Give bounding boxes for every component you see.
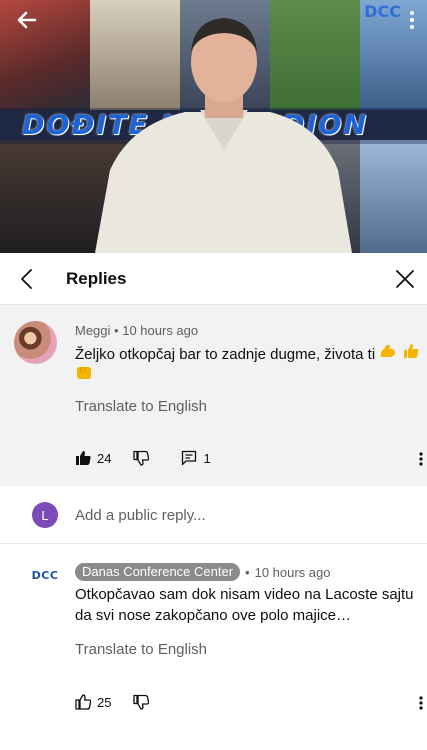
reply-input[interactable] bbox=[75, 503, 405, 527]
reply-actions: 25 bbox=[75, 694, 150, 710]
like-count: 24 bbox=[97, 450, 112, 466]
close-replies-button[interactable] bbox=[391, 265, 419, 293]
more-vertical-icon bbox=[410, 11, 414, 29]
reply-text: Otkopčavao sam dok nisam video na Lacost… bbox=[75, 586, 414, 624]
like-button[interactable]: 24 bbox=[75, 450, 111, 466]
video-presenter bbox=[95, 18, 352, 253]
avatar[interactable] bbox=[14, 321, 57, 364]
arrow-left-icon bbox=[17, 11, 37, 29]
reply-like-button[interactable]: 25 bbox=[75, 694, 111, 710]
thumbs-up-emoji-icon bbox=[402, 343, 420, 365]
video-more-button[interactable] bbox=[401, 6, 423, 34]
comment-icon bbox=[182, 450, 197, 466]
comment-author[interactable]: Meggi bbox=[75, 323, 110, 338]
meta-separator: • bbox=[114, 323, 119, 338]
thumbs-down-icon bbox=[133, 694, 150, 710]
replies-header: Replies bbox=[0, 253, 427, 305]
comment-menu-button[interactable] bbox=[417, 449, 425, 469]
reply-translate-button[interactable]: Translate to English bbox=[75, 641, 207, 658]
replies-back-button[interactable] bbox=[0, 253, 52, 305]
video-player[interactable]: DOĐITE NA STADION DCC bbox=[0, 0, 427, 253]
translate-button[interactable]: Translate to English bbox=[75, 398, 207, 415]
comment-meta: Meggi • 10 hours ago bbox=[75, 323, 198, 338]
thumbs-down-icon bbox=[133, 450, 150, 466]
comment-body: Željko otkopčaj bar to zadnje dugme, živ… bbox=[75, 346, 376, 363]
reply-dislike-button[interactable] bbox=[133, 694, 150, 710]
reply-comment: DCC Danas Conference Center • 10 hours a… bbox=[0, 545, 427, 750]
replies-title: Replies bbox=[66, 268, 127, 288]
close-icon bbox=[396, 270, 414, 288]
comment-time: 10 hours ago bbox=[122, 323, 199, 338]
user-avatar: L bbox=[32, 502, 58, 528]
reply-menu-button[interactable] bbox=[417, 693, 425, 713]
dislike-button[interactable] bbox=[133, 450, 150, 466]
reply-count: 1 bbox=[203, 450, 211, 466]
reply-like-count: 25 bbox=[97, 694, 112, 710]
replies-count-button[interactable]: 1 bbox=[181, 450, 211, 466]
video-frame: DOĐITE NA STADION DCC bbox=[0, 0, 427, 253]
thumbs-up-filled-icon bbox=[76, 451, 91, 465]
more-vertical-icon bbox=[419, 452, 423, 466]
reply-time: 10 hours ago bbox=[254, 564, 331, 580]
channel-logo: DCC bbox=[364, 2, 401, 21]
channel-avatar[interactable]: DCC bbox=[28, 565, 62, 585]
thumbs-up-icon bbox=[75, 694, 91, 710]
comment-actions: 24 1 bbox=[75, 450, 211, 466]
creator-author-badge[interactable]: Danas Conference Center bbox=[75, 563, 241, 581]
chevron-left-icon bbox=[21, 268, 32, 289]
back-button[interactable] bbox=[10, 6, 44, 34]
oncoming-fist-icon bbox=[75, 365, 93, 387]
more-vertical-icon bbox=[419, 696, 423, 710]
highlighted-comment: Meggi • 10 hours ago Željko otkopčaj bar… bbox=[0, 305, 427, 486]
add-reply-row: L bbox=[0, 486, 427, 544]
meta-separator: • bbox=[245, 564, 250, 580]
comment-text: Željko otkopčaj bar to zadnje dugme, živ… bbox=[75, 343, 420, 387]
flexed-biceps-icon bbox=[379, 343, 397, 365]
reply-meta: Danas Conference Center • 10 hours ago bbox=[75, 563, 331, 581]
